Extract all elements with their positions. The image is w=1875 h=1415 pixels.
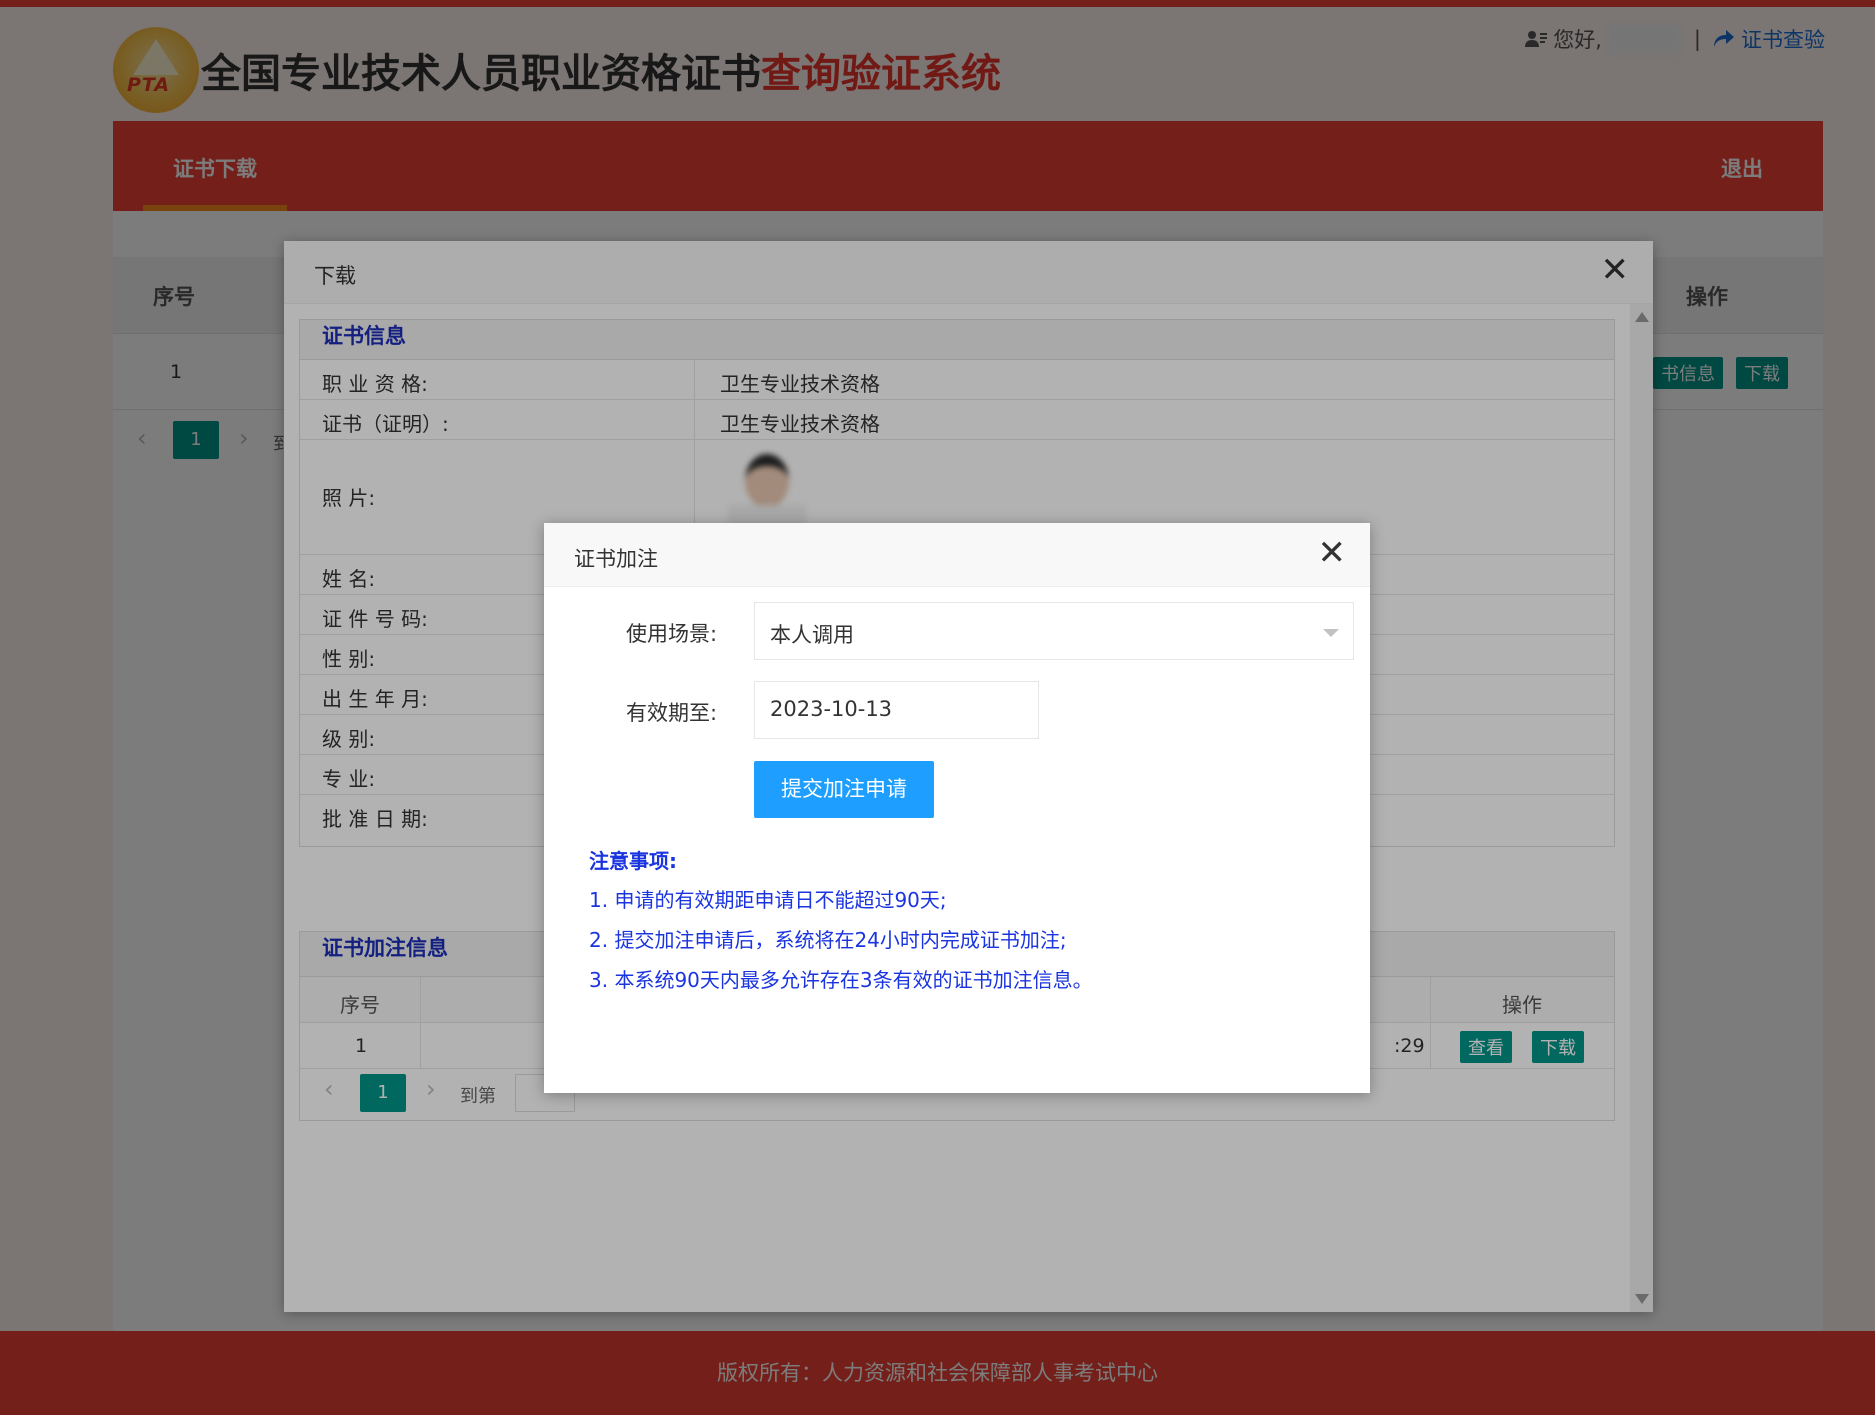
scene-value: 本人调用 [770, 623, 854, 647]
valid-until-input[interactable]: 2023-10-13 [754, 681, 1039, 739]
valid-until-label: 有效期至: [626, 701, 718, 725]
annotate-dialog: 证书加注 ✕ 使用场景: 本人调用 有效期至: 2023-10-13 提交加注申… [544, 523, 1370, 1093]
close-icon[interactable]: ✕ [1318, 536, 1347, 570]
dialog-header: 证书加注 ✕ [544, 523, 1370, 587]
notice-item: 3. 本系统90天内最多允许存在3条有效的证书加注信息。 [589, 968, 1093, 992]
scene-select[interactable]: 本人调用 [754, 602, 1354, 660]
chevron-down-icon [1323, 629, 1339, 637]
notice-block: 注意事项: 1. 申请的有效期距申请日不能超过90天; 2. 提交加注申请后，系… [589, 845, 1093, 1004]
submit-annotation-button[interactable]: 提交加注申请 [754, 761, 934, 818]
notice-item: 1. 申请的有效期距申请日不能超过90天; [589, 888, 947, 912]
dialog-title: 证书加注 [574, 547, 658, 571]
notice-item: 2. 提交加注申请后，系统将在24小时内完成证书加注; [589, 928, 1067, 952]
scene-label: 使用场景: [626, 622, 718, 646]
notice-title: 注意事项: [589, 849, 677, 873]
